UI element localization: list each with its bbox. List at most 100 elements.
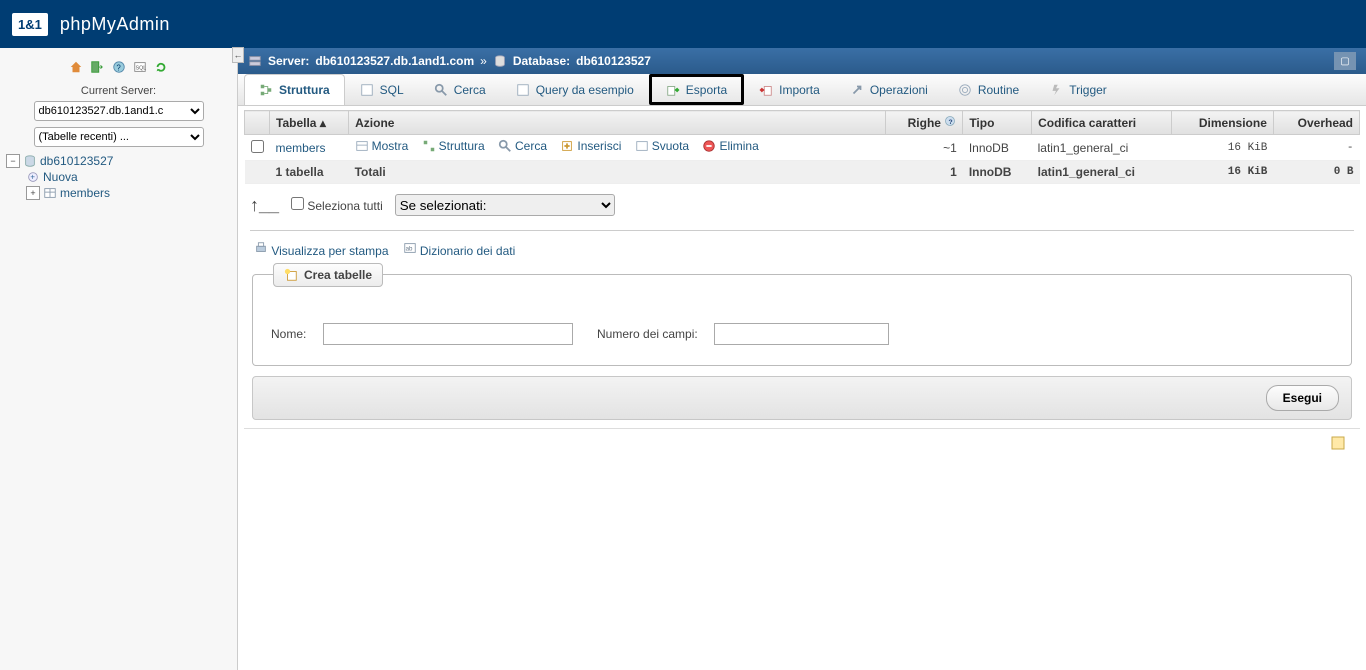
breadcrumb: Server: db610123527.db.1and1.com » Datab…: [238, 48, 1366, 74]
with-selected-select[interactable]: Se selezionati:: [395, 194, 615, 216]
structure-icon: [422, 139, 436, 153]
row-righe: ~1: [885, 135, 963, 161]
sql-icon[interactable]: SQL: [133, 60, 147, 77]
totals-row: 1 tabella Totali 1 InnoDB latin1_general…: [245, 161, 1360, 184]
tree-new-node[interactable]: + Nuova: [24, 169, 233, 185]
totals-dimensione: 16 KiB: [1171, 161, 1273, 184]
breadcrumb-sep: »: [480, 54, 487, 68]
create-table-fieldset: Crea tabelle Nome: Numero dei campi:: [252, 274, 1352, 366]
recent-tables-select[interactable]: (Tabelle recenti) ...: [34, 127, 204, 147]
totals-label: Totali: [349, 161, 886, 184]
dictionary-icon: ab: [403, 241, 417, 255]
row-overhead: -: [1273, 135, 1359, 161]
name-label: Nome:: [271, 327, 313, 341]
breadcrumb-server-link[interactable]: db610123527.db.1and1.com: [315, 54, 474, 68]
tree-new-link[interactable]: Nuova: [43, 170, 78, 184]
tree-table-link[interactable]: members: [60, 186, 110, 200]
action-struttura[interactable]: Struttura: [422, 139, 485, 153]
col-dimensione: Dimensione: [1171, 111, 1273, 135]
svg-text:?: ?: [949, 119, 953, 126]
tab-struttura-label: Struttura: [279, 83, 330, 97]
new-icon: +: [26, 170, 40, 184]
logout-icon[interactable]: [90, 60, 104, 77]
action-elimina[interactable]: Elimina: [702, 139, 758, 153]
row-tipo: InnoDB: [963, 135, 1032, 161]
tree-expand-icon[interactable]: +: [26, 186, 40, 200]
tables-list: Tabella ▴ Azione Righe ? Tipo Codifica c…: [244, 110, 1360, 184]
server-select[interactable]: db610123527.db.1and1.c: [34, 101, 204, 121]
row-codifica: latin1_general_ci: [1032, 135, 1172, 161]
action-inserisci[interactable]: Inserisci: [560, 139, 621, 153]
table-name-link[interactable]: members: [276, 141, 326, 155]
refresh-icon[interactable]: [154, 60, 168, 77]
page-settings-icon[interactable]: [1330, 435, 1346, 451]
tree-db-node[interactable]: − db610123527: [4, 153, 233, 169]
row-dimensione: 16 KiB: [1171, 135, 1273, 161]
search-icon: [498, 139, 512, 153]
tab-sql[interactable]: SQL: [345, 74, 419, 105]
tab-struttura[interactable]: Struttura: [244, 74, 345, 105]
new-table-icon: [284, 268, 298, 282]
fields-count-input[interactable]: [714, 323, 889, 345]
sql-icon: [360, 83, 374, 97]
tab-trigger[interactable]: Trigger: [1034, 74, 1122, 105]
tab-cerca[interactable]: Cerca: [419, 74, 501, 105]
tab-routine[interactable]: Routine: [943, 74, 1034, 105]
col-codifica: Codifica caratteri: [1032, 111, 1172, 135]
query-icon: [516, 83, 530, 97]
home-icon[interactable]: [69, 60, 83, 77]
col-righe[interactable]: Righe ?: [885, 111, 963, 135]
table-name-input[interactable]: [323, 323, 573, 345]
fields-count-label: Numero dei campi:: [597, 327, 698, 341]
tab-esporta-label: Esporta: [686, 83, 727, 97]
col-tipo: Tipo: [963, 111, 1032, 135]
select-all-checkbox[interactable]: [291, 197, 304, 210]
tab-operazioni-label: Operazioni: [870, 83, 928, 97]
data-dictionary-link[interactable]: ab Dizionario dei dati: [403, 241, 516, 258]
totals-overhead: 0 B: [1273, 161, 1359, 184]
col-overhead: Overhead: [1273, 111, 1359, 135]
svg-text:?: ?: [116, 64, 121, 73]
print-icon: [254, 241, 268, 255]
esegui-button[interactable]: Esegui: [1266, 385, 1339, 411]
sidebar-collapse-handle[interactable]: ←: [232, 47, 244, 63]
svg-text:SQL: SQL: [135, 66, 146, 72]
tree-table-node[interactable]: + members: [24, 185, 233, 201]
tab-operazioni[interactable]: Operazioni: [835, 74, 943, 105]
totals-count: 1 tabella: [270, 161, 349, 184]
action-mostra[interactable]: Mostra: [355, 139, 409, 153]
table-icon: [43, 186, 57, 200]
action-cerca[interactable]: Cerca: [498, 139, 547, 153]
server-icon: [248, 54, 262, 68]
tab-importa[interactable]: Importa: [744, 74, 835, 105]
breadcrumb-server-label: Server:: [268, 54, 309, 68]
print-view-link[interactable]: Visualizza per stampa: [254, 241, 389, 258]
tab-cerca-label: Cerca: [454, 83, 486, 97]
database-icon: [23, 154, 37, 168]
help-icon[interactable]: ?: [112, 60, 126, 77]
tab-importa-label: Importa: [779, 83, 820, 97]
tab-query-label: Query da esempio: [536, 83, 634, 97]
tree-db-link[interactable]: db610123527: [40, 154, 113, 168]
sidebar: ← ? SQL Current Server: db610123527.db.1…: [0, 48, 238, 670]
tab-esporta[interactable]: Esporta: [649, 74, 744, 105]
export-icon: [666, 83, 680, 97]
totals-tipo: InnoDB: [963, 161, 1032, 184]
import-icon: [759, 83, 773, 97]
col-azione: Azione: [349, 111, 886, 135]
action-svuota[interactable]: Svuota: [635, 139, 689, 153]
tree-collapse-icon[interactable]: −: [6, 154, 20, 168]
col-tabella[interactable]: Tabella ▴: [270, 111, 349, 135]
brand-logo-badge: 1&1: [12, 13, 48, 36]
help-icon[interactable]: ?: [944, 115, 956, 127]
tab-routine-label: Routine: [978, 83, 1019, 97]
sort-asc-icon: ▴: [320, 116, 326, 130]
tab-query-esempio[interactable]: Query da esempio: [501, 74, 649, 105]
select-all-label[interactable]: Seleziona tutti: [291, 197, 383, 213]
database-icon: [493, 54, 507, 68]
collapse-top-icon[interactable]: ▢: [1334, 52, 1356, 70]
empty-icon: [635, 139, 649, 153]
breadcrumb-db-link[interactable]: db610123527: [576, 54, 651, 68]
operations-icon: [850, 83, 864, 97]
row-checkbox[interactable]: [251, 140, 264, 153]
